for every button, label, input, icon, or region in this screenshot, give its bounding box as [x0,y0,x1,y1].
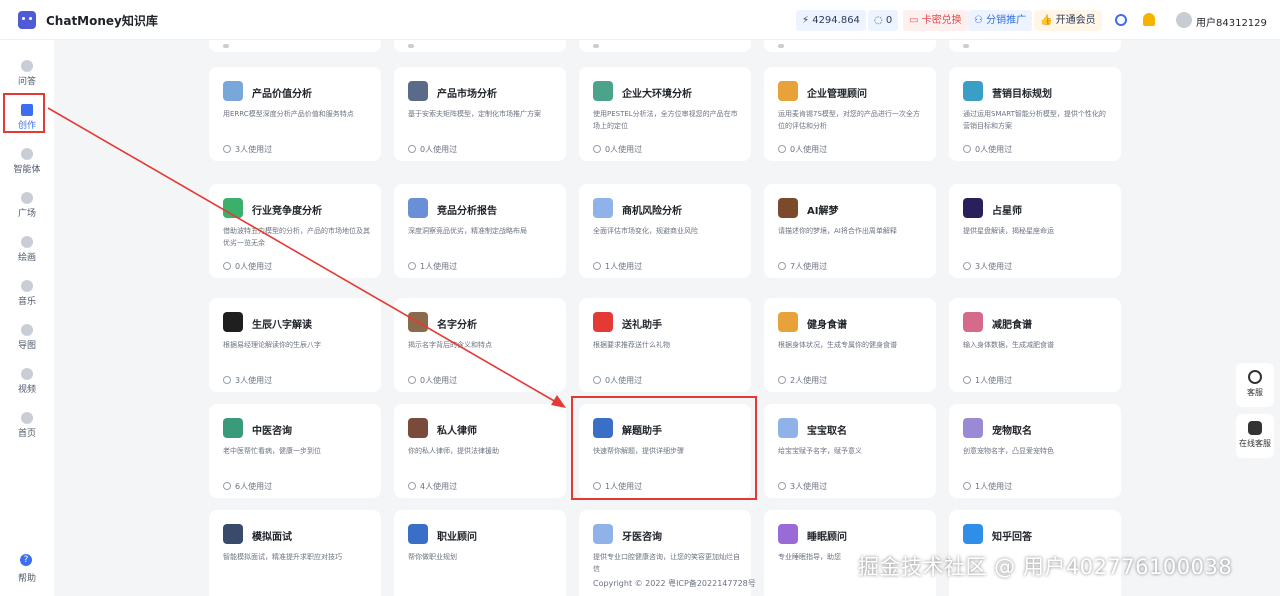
watermark: 掘金技术社区 @ 用户402776100038 [858,555,1233,579]
annotation-arrow [47,107,566,408]
